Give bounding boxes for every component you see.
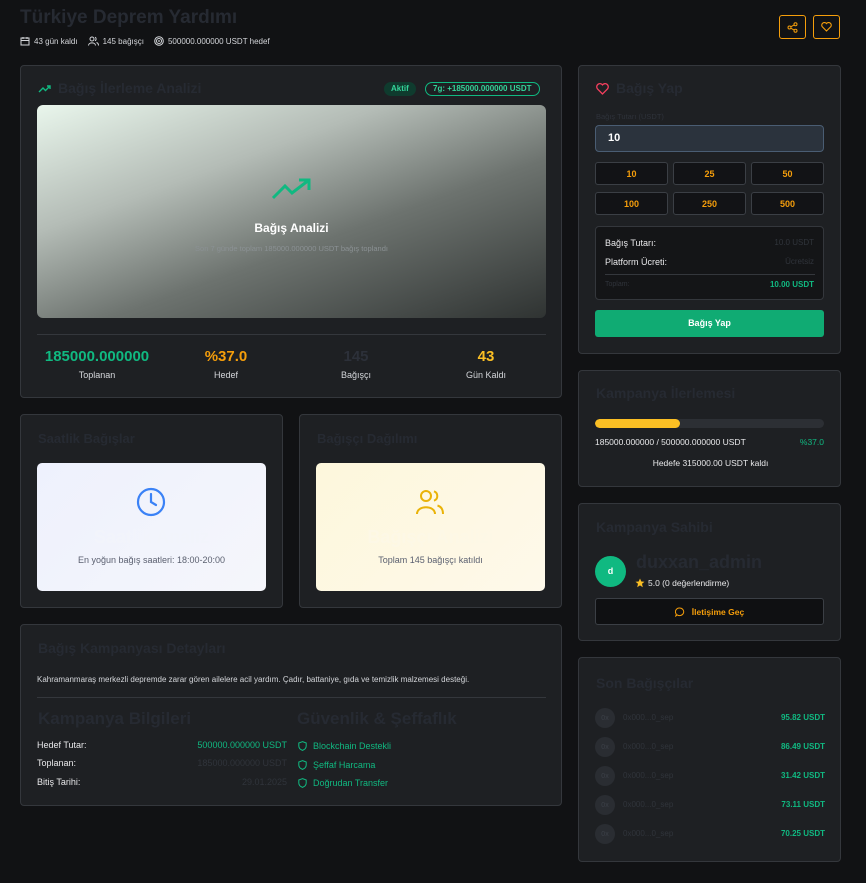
distribution-card: Bağışçı Dağılımı Bağışçı Analizi Toplam …: [299, 414, 562, 608]
info-row-end-date: Bitiş Tarihi: 29.01.2025: [37, 777, 287, 787]
distribution-sub-text: Toplam 145 bağışçı katıldı: [378, 555, 483, 565]
progress-card: Kampanya İlerlemesi 185000.000000 / 5000…: [578, 370, 841, 487]
page-title: Türkiye Deprem Yardımı: [20, 7, 238, 28]
list-item: 0x 0x000...0_sep 31.42 USDT: [595, 766, 825, 788]
analysis-title: Bağış İlerleme Analizi: [58, 80, 202, 96]
info-row-target: Hedef Tutar: 500000.000000 USDT: [37, 740, 287, 750]
preset-button-10[interactable]: 10: [595, 162, 668, 185]
avatar: 0x: [595, 766, 615, 786]
distribution-big-text: Bağışçı Analizi: [367, 527, 494, 547]
trending-up-icon: [271, 177, 313, 201]
shield-icon: [298, 741, 307, 752]
owner-name: duxxan_admin: [636, 552, 763, 572]
avatar: 0x: [595, 708, 615, 728]
hourly-card: Saatlik Bağışlar Saatlik Analiz En yoğun…: [20, 414, 283, 608]
distribution-title: Bağışçı Dağılımı: [317, 431, 418, 446]
amount-label: Bağış Tutarı (USDT): [596, 112, 664, 121]
shield-icon: [298, 778, 307, 789]
hourly-big-text: Saatlik Analiz: [93, 527, 210, 547]
preset-button-250[interactable]: 250: [673, 192, 746, 215]
users-icon: [87, 36, 99, 46]
details-card: Bağış Kampanyası Detayları Kahramanmaraş…: [20, 624, 562, 806]
contact-button[interactable]: İletişime Geç: [595, 598, 824, 625]
progress-remaining: Hedefe 315000.00 USDT kaldı: [652, 458, 769, 468]
owner-card: Kampanya Sahibi d duxxan_admin 5.0 (0 de…: [578, 503, 841, 641]
hero-subtitle: Son 7 günde toplam 185000.000000 USDT ba…: [195, 244, 388, 253]
stat-collected: 185000.000000 Toplanan: [44, 348, 150, 380]
message-icon: [674, 606, 685, 617]
list-item: 0x 0x000...0_sep 73.11 USDT: [595, 795, 825, 817]
progress-bar: [595, 419, 824, 428]
hero-title: Bağış Analizi: [254, 221, 329, 235]
security-features: Blockchain Destekli Şeffaf Harcama Doğru…: [298, 737, 391, 793]
security-title: Güvenlik & Şeffaflık: [297, 709, 457, 728]
distribution-panel: Bağışçı Analizi Toplam 145 bağışçı katıl…: [316, 463, 545, 591]
star-icon: [635, 578, 645, 588]
progress-text: 185000.000000 / 500000.000000 USDT: [595, 437, 746, 447]
recent-title: Son Bağışçılar: [596, 675, 694, 691]
stat-donors: 145 Bağışçı: [340, 348, 371, 380]
details-description: Kahramanmaraş merkezli depremde zarar gö…: [37, 675, 470, 684]
avatar: 0x: [595, 824, 615, 844]
trending-up-icon: [38, 84, 51, 94]
donate-button[interactable]: Bağış Yap: [595, 310, 824, 337]
share-icon: [787, 21, 798, 33]
preset-button-500[interactable]: 500: [751, 192, 824, 215]
avatar: d: [595, 556, 626, 587]
stat-days-left: 43 Gün Kaldı: [465, 348, 507, 380]
calendar-icon: [20, 36, 30, 46]
feature-transparent: Şeffaf Harcama: [298, 756, 391, 775]
divider: [37, 697, 546, 698]
preset-button-25[interactable]: 25: [673, 162, 746, 185]
feature-blockchain: Blockchain Destekli: [298, 737, 391, 756]
donor-count-text: 145 bağışçı: [102, 36, 144, 46]
progress-fill: [595, 419, 680, 428]
shield-icon: [298, 759, 307, 770]
weekly-badge: 7g: +185000.000000 USDT: [425, 82, 540, 96]
donation-summary: Bağış Tutarı: 10.0 USDT Platform Ücreti:…: [595, 226, 824, 300]
users-icon: [415, 487, 445, 517]
info-title: Kampanya Bilgileri: [38, 709, 192, 728]
hourly-title: Saatlik Bağışlar: [38, 431, 135, 446]
progress-percent: %37.0: [799, 437, 824, 447]
owner-rating: 5.0 (0 değerlendirme): [635, 578, 729, 588]
details-title: Bağış Kampanyası Detayları: [38, 640, 226, 656]
goal-text: 500000.000000 USDT hedef: [167, 36, 270, 46]
avatar: 0x: [595, 737, 615, 757]
share-button[interactable]: [779, 15, 806, 39]
preset-button-50[interactable]: 50: [751, 162, 824, 185]
analysis-card: Bağış İlerleme Analizi Aktif 7g: +185000…: [20, 65, 562, 398]
heart-icon: [821, 22, 832, 32]
avatar: 0x: [595, 795, 615, 815]
days-left-text: 43 gün kaldı: [34, 36, 78, 46]
heart-icon: [596, 83, 609, 95]
stat-target: %37.0 Hedef: [204, 348, 248, 380]
recent-donors-card: Son Bağışçılar 0x 0x000...0_sep 95.82 US…: [578, 657, 841, 862]
favorite-button[interactable]: [813, 15, 840, 39]
list-item: 0x 0x000...0_sep 70.25 USDT: [595, 824, 825, 846]
divider: [37, 334, 546, 335]
info-row-collected: Toplanan: 185000.000000 USDT: [37, 758, 287, 768]
active-badge: Aktif: [384, 82, 416, 96]
clock-icon: [136, 487, 166, 517]
header-meta: 43 gün kaldı 145 bağışçı 500000.000000 U…: [20, 36, 270, 46]
hourly-sub-text: En yoğun bağış saatleri: 18:00-20:00: [77, 555, 226, 565]
list-item: 0x 0x000...0_sep 86.49 USDT: [595, 737, 825, 759]
owner-title: Kampanya Sahibi: [596, 519, 713, 535]
hourly-panel: Saatlik Analiz En yoğun bağış saatleri: …: [37, 463, 266, 591]
amount-input[interactable]: 10: [595, 125, 824, 152]
target-icon: [154, 36, 164, 46]
donate-card: Bağış Yap Bağış Tutarı (USDT) 10 10 25 5…: [578, 65, 841, 354]
analysis-hero: Bağış Analizi Son 7 günde toplam 185000.…: [37, 105, 546, 318]
list-item: 0x 0x000...0_sep 95.82 USDT: [595, 708, 825, 730]
progress-title: Kampanya İlerlemesi: [596, 385, 736, 401]
donate-title: Bağış Yap: [616, 80, 683, 96]
preset-button-100[interactable]: 100: [595, 192, 668, 215]
feature-direct: Doğrudan Transfer: [298, 774, 391, 793]
